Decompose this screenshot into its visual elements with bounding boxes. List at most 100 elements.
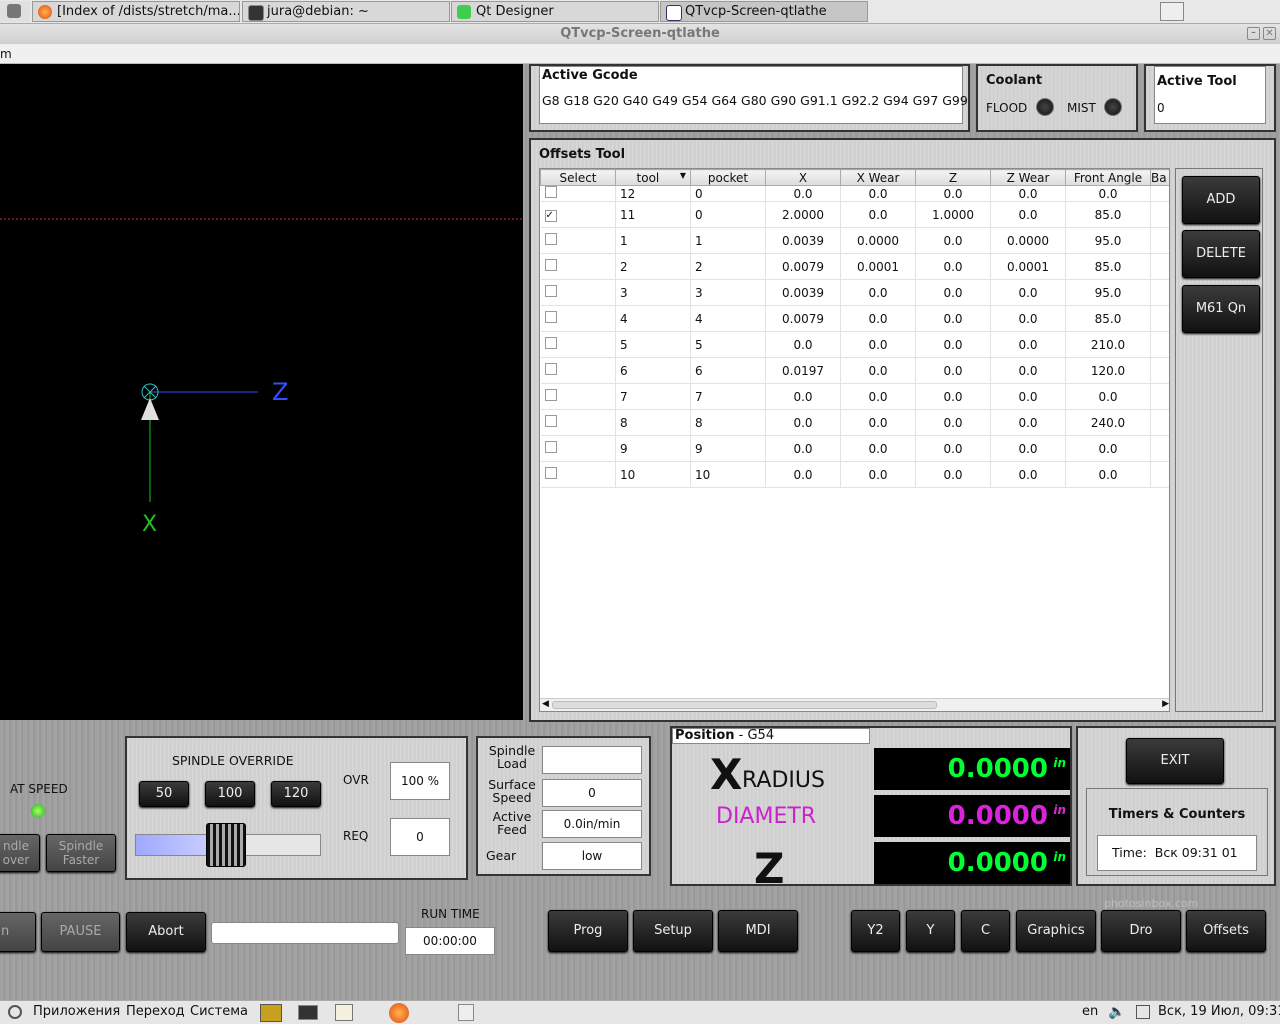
cell-z[interactable]: 0.0 — [915, 279, 991, 306]
header-z[interactable]: Z — [915, 169, 991, 186]
show-desktop-icon[interactable] — [1160, 2, 1184, 21]
taskbar-tab-qtvcp[interactable]: QTvcp-Screen-qtlathe — [660, 1, 868, 22]
cell-back-angle[interactable] — [1150, 227, 1169, 254]
cell-z[interactable]: 0.0 — [915, 227, 991, 254]
cell-front-angle[interactable]: 85.0 — [1065, 253, 1151, 280]
cell-z-wear[interactable]: 0.0 — [990, 201, 1066, 228]
header-pocket[interactable]: pocket — [690, 169, 766, 186]
cell-z[interactable]: 0.0 — [915, 383, 991, 410]
header-tool[interactable]: tool ▼ — [615, 169, 691, 186]
cell-front-angle[interactable]: 0.0 — [1065, 383, 1151, 410]
cell-back-angle[interactable] — [1150, 331, 1169, 358]
cell-z-wear[interactable]: 0.0 — [990, 383, 1066, 410]
horizontal-scrollbar[interactable]: ◀ ▶ — [540, 698, 1169, 711]
cell-x[interactable]: 0.0 — [765, 435, 841, 462]
cell-front-angle[interactable]: 95.0 — [1065, 227, 1151, 254]
keyboard-layout[interactable]: en — [1082, 1001, 1098, 1023]
cell-pocket[interactable]: 5 — [690, 331, 766, 358]
cell-z[interactable]: 0.0 — [915, 409, 991, 436]
cell-z[interactable]: 0.0 — [915, 461, 991, 488]
cell-x[interactable]: 0.0 — [765, 383, 841, 410]
cell-z-wear[interactable]: 0.0 — [990, 461, 1066, 488]
taskbar-tab-designer[interactable]: Qt Designer — [451, 1, 659, 22]
cell-z[interactable]: 0.0 — [915, 185, 991, 202]
run-button[interactable]: n — [0, 912, 36, 952]
cell-front-angle[interactable]: 0.0 — [1065, 185, 1151, 202]
cell-x[interactable]: 0.0039 — [765, 279, 841, 306]
spindle-slower-button[interactable]: ndle over — [0, 834, 40, 872]
cell-front-angle[interactable]: 85.0 — [1065, 305, 1151, 332]
cell-select[interactable] — [540, 435, 616, 462]
cell-back-angle[interactable] — [1150, 185, 1169, 202]
cell-x-wear[interactable]: 0.0001 — [840, 253, 916, 280]
cell-pocket[interactable]: 1 — [690, 227, 766, 254]
network-icon[interactable] — [1136, 1005, 1150, 1019]
table-row[interactable]: 4 4 0.0079 0.0 0.0 0.0 85.0 — [540, 305, 1169, 332]
tab-c[interactable]: C — [961, 910, 1010, 952]
cell-z-wear[interactable]: 0.0000 — [990, 227, 1066, 254]
cell-select[interactable] — [540, 357, 616, 384]
header-x-wear[interactable]: X Wear — [840, 169, 916, 186]
cell-x-wear[interactable]: 0.0000 — [840, 227, 916, 254]
cell-z[interactable]: 0.0 — [915, 435, 991, 462]
cell-front-angle[interactable]: 240.0 — [1065, 409, 1151, 436]
cell-select[interactable] — [540, 331, 616, 358]
cell-tool[interactable]: 9 — [615, 435, 691, 462]
cell-pocket[interactable]: 2 — [690, 253, 766, 280]
cell-tool[interactable]: 1 — [615, 227, 691, 254]
table-row[interactable]: 5 5 0.0 0.0 0.0 0.0 210.0 — [540, 331, 1169, 358]
cell-x-wear[interactable]: 0.0 — [840, 461, 916, 488]
cell-pocket[interactable]: 3 — [690, 279, 766, 306]
cell-tool[interactable]: 8 — [615, 409, 691, 436]
cell-select[interactable] — [540, 279, 616, 306]
checkbox[interactable] — [544, 415, 557, 427]
abort-button[interactable]: Abort — [126, 912, 206, 952]
table-row[interactable]: 8 8 0.0 0.0 0.0 0.0 240.0 — [540, 409, 1169, 436]
cell-pocket[interactable]: 9 — [690, 435, 766, 462]
cell-pocket[interactable]: 6 — [690, 357, 766, 384]
table-row[interactable]: 7 7 0.0 0.0 0.0 0.0 0.0 — [540, 383, 1169, 410]
exit-button[interactable]: EXIT — [1126, 738, 1224, 784]
add-button[interactable]: ADD — [1182, 176, 1260, 224]
cell-x[interactable]: 0.0079 — [765, 253, 841, 280]
cell-x-wear[interactable]: 0.0 — [840, 435, 916, 462]
header-back-angle[interactable]: Ba — [1150, 169, 1169, 186]
pause-button[interactable]: PAUSE — [41, 912, 120, 952]
cell-tool[interactable]: 12 — [615, 185, 691, 202]
checkbox[interactable] — [544, 441, 557, 453]
cell-z-wear[interactable]: 0.0 — [990, 331, 1066, 358]
table-row[interactable]: 2 2 0.0079 0.0001 0.0 0.0001 85.0 — [540, 253, 1169, 280]
cell-x[interactable]: 0.0197 — [765, 357, 841, 384]
cell-select[interactable]: ✓ — [540, 201, 616, 228]
cell-x-wear[interactable]: 0.0 — [840, 357, 916, 384]
cell-front-angle[interactable]: 95.0 — [1065, 279, 1151, 306]
cell-tool[interactable]: 7 — [615, 383, 691, 410]
header-front-angle[interactable]: Front Angle — [1065, 169, 1151, 186]
tab-y2[interactable]: Y2 — [851, 910, 900, 952]
cell-x[interactable]: 0.0 — [765, 409, 841, 436]
cell-x-wear[interactable]: 0.0 — [840, 201, 916, 228]
cell-pocket[interactable]: 0 — [690, 201, 766, 228]
checkbox[interactable] — [544, 259, 557, 271]
cell-back-angle[interactable] — [1150, 357, 1169, 384]
debian-menu-icon[interactable] — [8, 1005, 22, 1019]
cell-tool[interactable]: 4 — [615, 305, 691, 332]
header-select[interactable]: Select — [540, 169, 616, 186]
cell-x[interactable]: 0.0079 — [765, 305, 841, 332]
cell-pocket[interactable]: 7 — [690, 383, 766, 410]
cell-select[interactable] — [540, 409, 616, 436]
cell-front-angle[interactable]: 0.0 — [1065, 435, 1151, 462]
cell-select[interactable] — [540, 227, 616, 254]
close-icon[interactable]: ✕ — [1263, 27, 1276, 40]
mist-led-icon[interactable] — [1104, 98, 1122, 116]
cell-tool[interactable]: 5 — [615, 331, 691, 358]
cell-back-angle[interactable] — [1150, 253, 1169, 280]
volume-icon[interactable]: 🔈 — [1108, 1001, 1125, 1023]
text-editor-launcher-icon[interactable] — [335, 1004, 353, 1021]
cell-back-angle[interactable] — [1150, 305, 1169, 332]
override-slider-handle[interactable] — [206, 823, 246, 867]
cell-back-angle[interactable] — [1150, 461, 1169, 488]
firefox-launcher-icon[interactable] — [389, 1003, 409, 1023]
cell-x-wear[interactable]: 0.0 — [840, 409, 916, 436]
cell-z-wear[interactable]: 0.0 — [990, 279, 1066, 306]
